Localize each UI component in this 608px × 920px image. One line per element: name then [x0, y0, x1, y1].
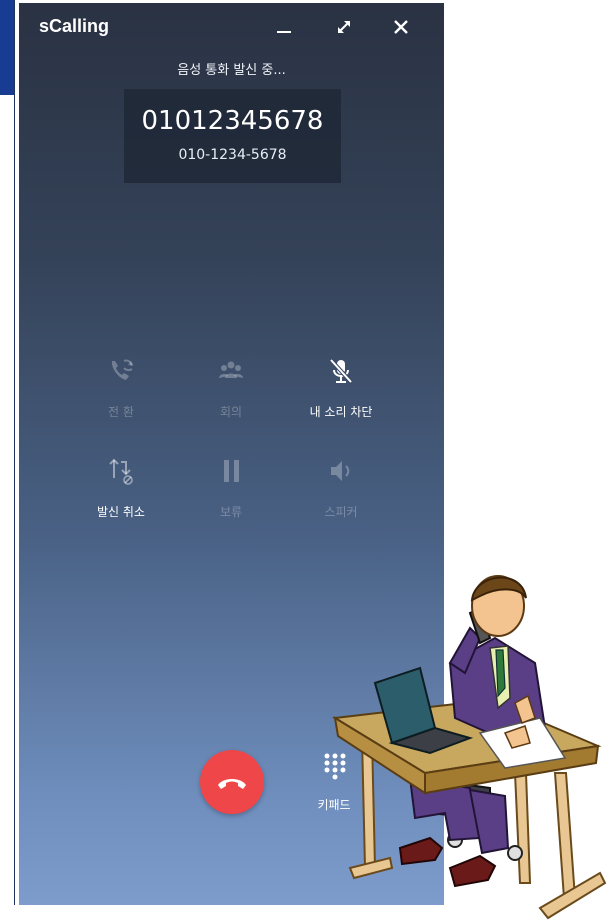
mute-button[interactable]: 내 소리 차단	[291, 351, 391, 437]
cancel-call-button[interactable]: 발신 취소	[71, 451, 171, 537]
minimize-button[interactable]	[264, 10, 304, 44]
mute-mic-icon	[321, 351, 361, 391]
close-icon	[394, 20, 408, 34]
conference-icon	[211, 351, 251, 391]
background-app-header	[0, 0, 14, 95]
close-button[interactable]	[381, 10, 421, 44]
mute-label: 내 소리 차단	[309, 405, 373, 419]
background-app-edge	[0, 0, 15, 905]
cancel-call-icon	[101, 451, 141, 491]
conference-button[interactable]: 회의	[181, 351, 281, 437]
conference-label: 회의	[219, 405, 243, 419]
call-status: 음성 통화 발신 중...	[177, 63, 286, 78]
transfer-label: 전 환	[108, 405, 134, 419]
hold-label: 보류	[219, 505, 243, 519]
end-call-button[interactable]	[200, 750, 264, 814]
maximize-button[interactable]	[324, 10, 364, 44]
cancel-call-label: 발신 취소	[97, 505, 145, 519]
hang-up-icon	[218, 779, 246, 789]
speaker-button[interactable]: 스피커	[291, 451, 391, 537]
phone-number-formatted: 010-1234-5678	[178, 147, 287, 163]
speaker-label: 스피커	[324, 505, 358, 519]
transfer-button[interactable]: 전 환	[71, 351, 171, 437]
call-transfer-icon	[101, 351, 141, 391]
phone-number: 01012345678	[141, 106, 324, 136]
app-title: sCalling	[39, 16, 110, 36]
minimize-icon	[277, 31, 291, 33]
title-bar: sCalling	[19, 3, 444, 49]
businessman-clipart	[332, 575, 607, 920]
number-display: 01012345678 010-1234-5678	[124, 89, 341, 183]
hold-button[interactable]: 보류	[181, 451, 281, 537]
expand-icon	[338, 21, 350, 33]
speaker-icon	[321, 451, 361, 491]
pause-icon	[211, 451, 251, 491]
